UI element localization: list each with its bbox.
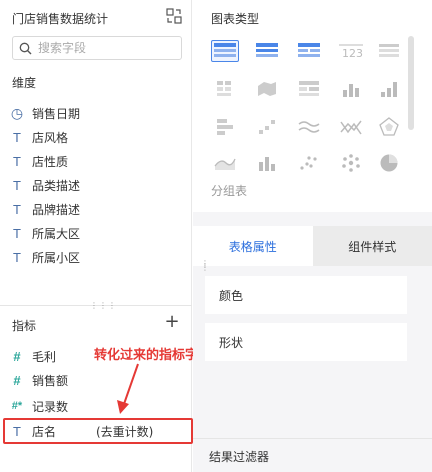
drag-dots-icon: ⋮⋮⋮ xyxy=(90,301,117,310)
dimension-item[interactable]: ◷ 销售日期 xyxy=(10,103,80,123)
column-chart-icon[interactable] xyxy=(253,152,281,174)
add-metric-button[interactable]: + xyxy=(164,313,180,331)
radar-chart-icon[interactable] xyxy=(375,116,403,138)
field-label: 所属大区 xyxy=(32,226,81,241)
search-input[interactable] xyxy=(38,41,168,55)
text-field-icon: T xyxy=(13,249,21,265)
field-label: 毛利 xyxy=(32,349,57,364)
stacked-bar-icon[interactable] xyxy=(375,78,403,100)
tab-component-style[interactable]: 组件样式 xyxy=(312,226,432,266)
bar-chart-icon[interactable] xyxy=(337,78,365,100)
metric-item[interactable]: # 销售额 xyxy=(10,370,68,390)
area-chart-icon[interactable] xyxy=(211,152,239,174)
group-table-icon[interactable] xyxy=(295,40,323,62)
text-field-icon: T xyxy=(13,225,21,241)
field-label: 记录数 xyxy=(32,399,69,414)
text-field-icon: T xyxy=(13,201,21,217)
field-label: 店名 xyxy=(32,424,57,439)
metric-item[interactable]: # 毛利 xyxy=(10,346,56,366)
result-filter-title[interactable]: 结果过滤器 xyxy=(209,448,269,465)
chart-type-section: 图表类型 123 分组表 xyxy=(193,0,432,212)
metric-item[interactable]: #* 记录数 xyxy=(10,396,68,416)
waterfall-chart-icon[interactable] xyxy=(253,116,281,138)
scatter-chart-icon[interactable] xyxy=(295,152,323,174)
chart-list-scrollbar[interactable] xyxy=(408,36,414,130)
config-panel: 图表类型 123 分组表 表格属性 组件样式 ⋮ ⋮ 颜色 形状 结果过滤器 xyxy=(193,0,432,472)
property-tabs: 表格属性 组件样式 xyxy=(193,226,432,266)
dimension-item[interactable]: T 品类描述 xyxy=(10,175,80,195)
kpi-number-icon[interactable]: 123 xyxy=(337,40,365,62)
search-field[interactable] xyxy=(12,36,182,60)
text-field-icon: T xyxy=(13,129,21,145)
field-label: 品类描述 xyxy=(32,178,81,193)
pie-chart-icon[interactable] xyxy=(375,152,403,174)
bubble-chart-icon[interactable] xyxy=(337,152,365,174)
tab-table-properties[interactable]: 表格属性 xyxy=(193,226,313,266)
field-label: 店性质 xyxy=(32,154,69,169)
svg-text:123: 123 xyxy=(342,47,363,59)
chart-group-label: 分组表 xyxy=(211,184,248,198)
text-field-icon: T xyxy=(13,153,21,169)
horizontal-bar-icon[interactable] xyxy=(211,116,239,138)
metrics-title: 指标 xyxy=(12,319,37,333)
text-field-icon: T xyxy=(13,423,21,439)
field-label: 所属小区 xyxy=(32,250,81,265)
color-property[interactable]: 颜色 xyxy=(205,276,407,314)
number-field-icon: # xyxy=(13,348,21,364)
text-field-icon: T xyxy=(13,177,21,193)
dimension-item[interactable]: T 所属大区 xyxy=(10,223,80,243)
detail-table-icon[interactable] xyxy=(375,40,403,62)
table-chart-icon[interactable] xyxy=(211,40,239,62)
chart-type-title: 图表类型 xyxy=(211,12,260,26)
field-label: 品牌描述 xyxy=(32,202,81,217)
number-field-icon: # xyxy=(13,372,21,388)
aggregation-label: (去重计数) xyxy=(96,424,154,439)
pivot-table-icon[interactable] xyxy=(211,78,239,100)
divider xyxy=(193,438,432,439)
heatmap-icon[interactable] xyxy=(295,78,323,100)
map-chart-icon[interactable] xyxy=(253,78,281,100)
drag-dots-icon[interactable]: ⋮ ⋮ xyxy=(201,260,209,272)
dataset-title: 门店销售数据统计 xyxy=(12,12,109,26)
dimension-item[interactable]: T 店性质 xyxy=(10,151,68,171)
dimension-item[interactable]: T 所属小区 xyxy=(10,247,80,267)
field-label: 销售日期 xyxy=(32,106,81,121)
record-count-icon: #* xyxy=(11,400,23,412)
field-label: 店风格 xyxy=(32,130,69,145)
dimension-item[interactable]: T 店风格 xyxy=(10,127,68,147)
dimensions-title: 维度 xyxy=(12,76,37,90)
search-icon xyxy=(19,42,32,54)
shape-property[interactable]: 形状 xyxy=(205,323,407,361)
field-label: 销售额 xyxy=(32,373,69,388)
combo-chart-icon[interactable] xyxy=(337,116,365,138)
converted-metric-item[interactable]: T 店名 (去重计数) xyxy=(10,421,153,441)
crosstab-chart-icon[interactable] xyxy=(253,40,281,62)
clock-icon: ◷ xyxy=(10,104,24,121)
panel-resize-handle[interactable]: ⋮⋮⋮ xyxy=(0,301,192,310)
dimension-item[interactable]: T 品牌描述 xyxy=(10,199,80,219)
field-panel: 门店销售数据统计 维度 ◷ 销售日期 T 店风格 T 店性质 T 品类描述 T … xyxy=(0,0,193,472)
switch-dataset-icon[interactable] xyxy=(166,8,182,24)
line-chart-icon[interactable] xyxy=(295,116,323,138)
